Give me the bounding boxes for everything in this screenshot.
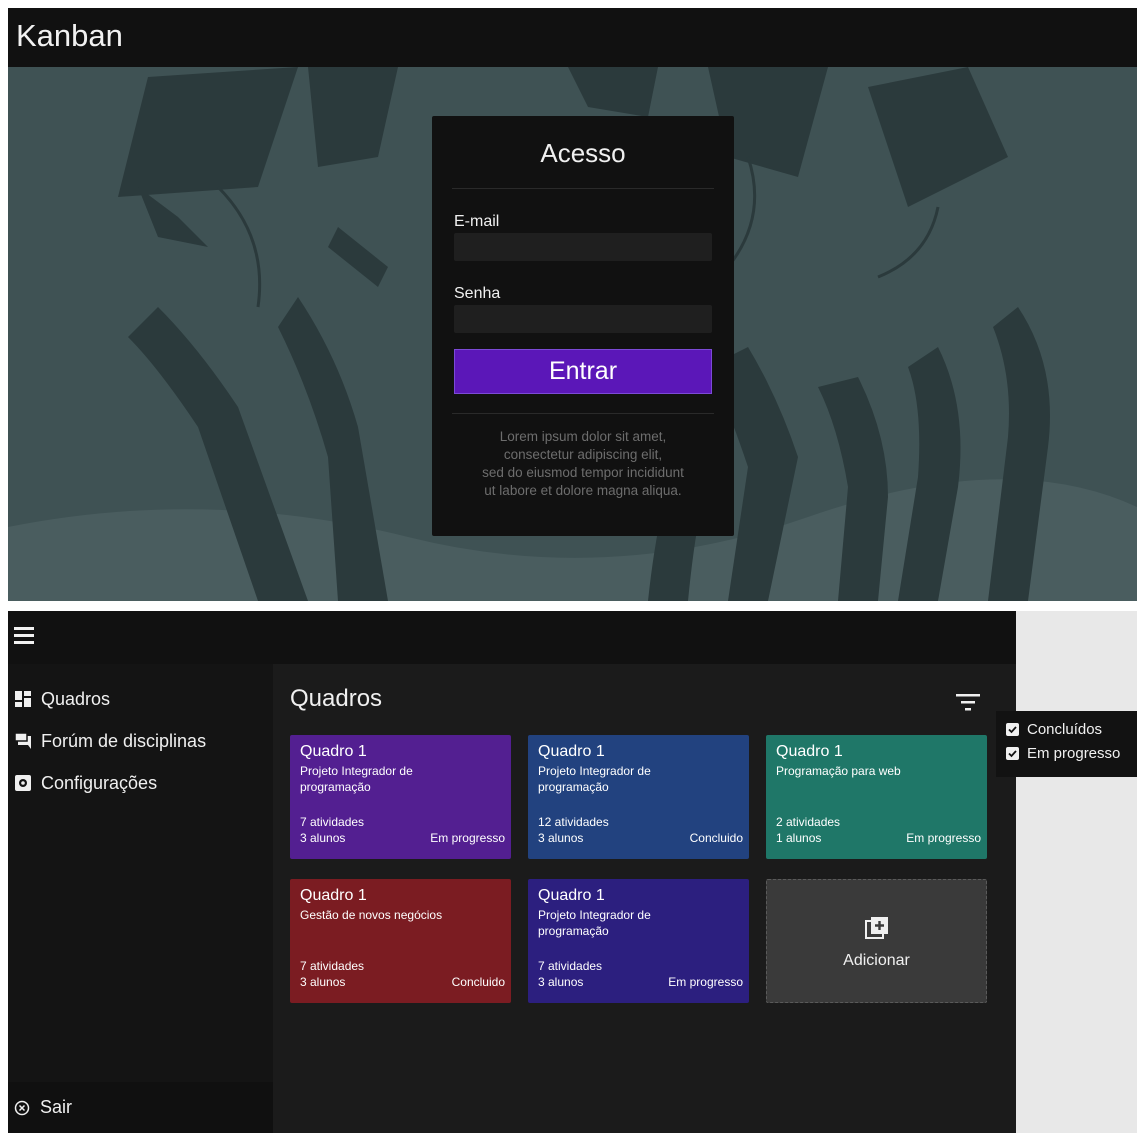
board-status: Em progresso bbox=[668, 975, 743, 989]
board-title: Quadro 1 bbox=[776, 743, 843, 760]
right-panel bbox=[1016, 611, 1137, 1133]
description-line: Lorem ipsum dolor sit amet, bbox=[499, 429, 667, 444]
hamburger-icon[interactable] bbox=[14, 625, 38, 647]
close-circle-icon bbox=[14, 1100, 30, 1115]
board-status: Em progresso bbox=[430, 831, 505, 845]
board-activities: 7 atividades bbox=[538, 959, 603, 973]
card-divider bbox=[452, 413, 714, 414]
sidebar-item-label: Quadros bbox=[41, 688, 111, 709]
board-card[interactable]: Quadro 1 Gestão de novos negócios 7 ativ… bbox=[290, 879, 511, 1003]
board-status: Concluido bbox=[451, 975, 505, 989]
board-subtitle: Gestão de novos negócios bbox=[300, 908, 443, 922]
page-title: Quadros bbox=[290, 685, 383, 712]
board-status: Concluido bbox=[689, 831, 743, 845]
board-card[interactable]: Quadro 1 Projeto Integrador de programaç… bbox=[528, 735, 749, 859]
password-field[interactable] bbox=[454, 305, 712, 333]
board-title: Quadro 1 bbox=[300, 887, 367, 904]
filter-option-label: Em progresso bbox=[1027, 744, 1121, 762]
board-students: 3 alunos bbox=[300, 975, 346, 989]
board-title: Quadro 1 bbox=[538, 743, 605, 760]
filter-option-em-progresso[interactable]: Em progresso bbox=[996, 741, 1137, 765]
sidebar: Quadros Forúm de disciplinas Configuraçõ… bbox=[8, 664, 273, 1133]
sidebar-item-configuracoes[interactable]: Configurações bbox=[14, 770, 157, 796]
filter-option-concluidos[interactable]: Concluídos bbox=[996, 717, 1137, 741]
sidebar-item-label: Forúm de disciplinas bbox=[41, 730, 207, 751]
board-students: 3 alunos bbox=[538, 975, 584, 989]
board-subtitle: Projeto Integrador de programação bbox=[300, 764, 413, 794]
board-card[interactable]: Quadro 1 Projeto Integrador de programaç… bbox=[290, 735, 511, 859]
board-students: 3 alunos bbox=[538, 831, 584, 845]
app-bar: Kanban bbox=[8, 8, 1137, 67]
sidebar-item-label: Configurações bbox=[41, 772, 158, 793]
login-screen: Kanban Acesso E-mail Senha Entrar Lorem … bbox=[8, 8, 1137, 601]
board-activities: 2 atividades bbox=[776, 815, 841, 829]
password-label: Senha bbox=[454, 285, 501, 302]
checkbox-checked[interactable] bbox=[1006, 722, 1019, 736]
checkbox-checked[interactable] bbox=[1006, 746, 1019, 760]
add-board-label: Adicionar bbox=[843, 952, 910, 969]
sidebar-item-forum[interactable]: Forúm de disciplinas bbox=[14, 728, 206, 754]
login-card: Acesso E-mail Senha Entrar Lorem ipsum d… bbox=[432, 116, 734, 536]
board-activities: 7 atividades bbox=[300, 815, 365, 829]
description-line: consectetur adipiscing elit, bbox=[503, 447, 663, 462]
board-activities: 7 atividades bbox=[300, 959, 365, 973]
description-line: ut labore et dolore magna aliqua. bbox=[484, 483, 682, 498]
forum-icon bbox=[14, 732, 31, 749]
login-description: Lorem ipsum dolor sit amet, consectetur … bbox=[446, 428, 720, 500]
board-card[interactable]: Quadro 1 Projeto Integrador de programaç… bbox=[528, 879, 749, 1003]
login-card-title: Acesso bbox=[540, 138, 626, 168]
login-submit-button[interactable]: Entrar bbox=[454, 349, 712, 394]
board-status: Em progresso bbox=[906, 831, 981, 845]
card-divider bbox=[452, 188, 714, 189]
app-title: Kanban bbox=[16, 18, 123, 53]
email-label: E-mail bbox=[454, 213, 500, 230]
filter-icon[interactable] bbox=[955, 691, 981, 713]
add-box-icon bbox=[865, 917, 888, 939]
board-title: Quadro 1 bbox=[300, 743, 367, 760]
board-title: Quadro 1 bbox=[538, 887, 605, 904]
boards-screen: Quadros Forúm de disciplinas Configuraçõ… bbox=[8, 611, 1016, 1133]
add-board-button[interactable]: Adicionar bbox=[766, 879, 987, 1003]
email-field[interactable] bbox=[454, 233, 712, 261]
logout-button[interactable]: Sair bbox=[8, 1082, 273, 1133]
main-content: Quadros Quadro 1 Projeto Integrador de p… bbox=[273, 664, 1016, 1133]
logout-label: Sair bbox=[40, 1097, 73, 1117]
settings-icon bbox=[15, 775, 31, 791]
board-activities: 12 atividades bbox=[538, 815, 609, 829]
board-subtitle: Projeto Integrador de programação bbox=[538, 764, 651, 794]
board-students: 3 alunos bbox=[300, 831, 346, 845]
filter-option-label: Concluídos bbox=[1027, 720, 1103, 738]
board-subtitle: Programação para web bbox=[776, 764, 901, 778]
description-line: sed do eiusmod tempor incididunt bbox=[482, 465, 684, 480]
app-bar bbox=[8, 611, 1016, 664]
board-subtitle: Projeto Integrador de programação bbox=[538, 908, 651, 938]
filter-menu: Concluídos Em progresso bbox=[996, 711, 1137, 777]
dashboard-icon bbox=[15, 691, 31, 707]
board-students: 1 alunos bbox=[776, 831, 822, 845]
board-card[interactable]: Quadro 1 Programação para web 2 atividad… bbox=[766, 735, 987, 859]
sidebar-item-quadros[interactable]: Quadros bbox=[14, 686, 110, 712]
